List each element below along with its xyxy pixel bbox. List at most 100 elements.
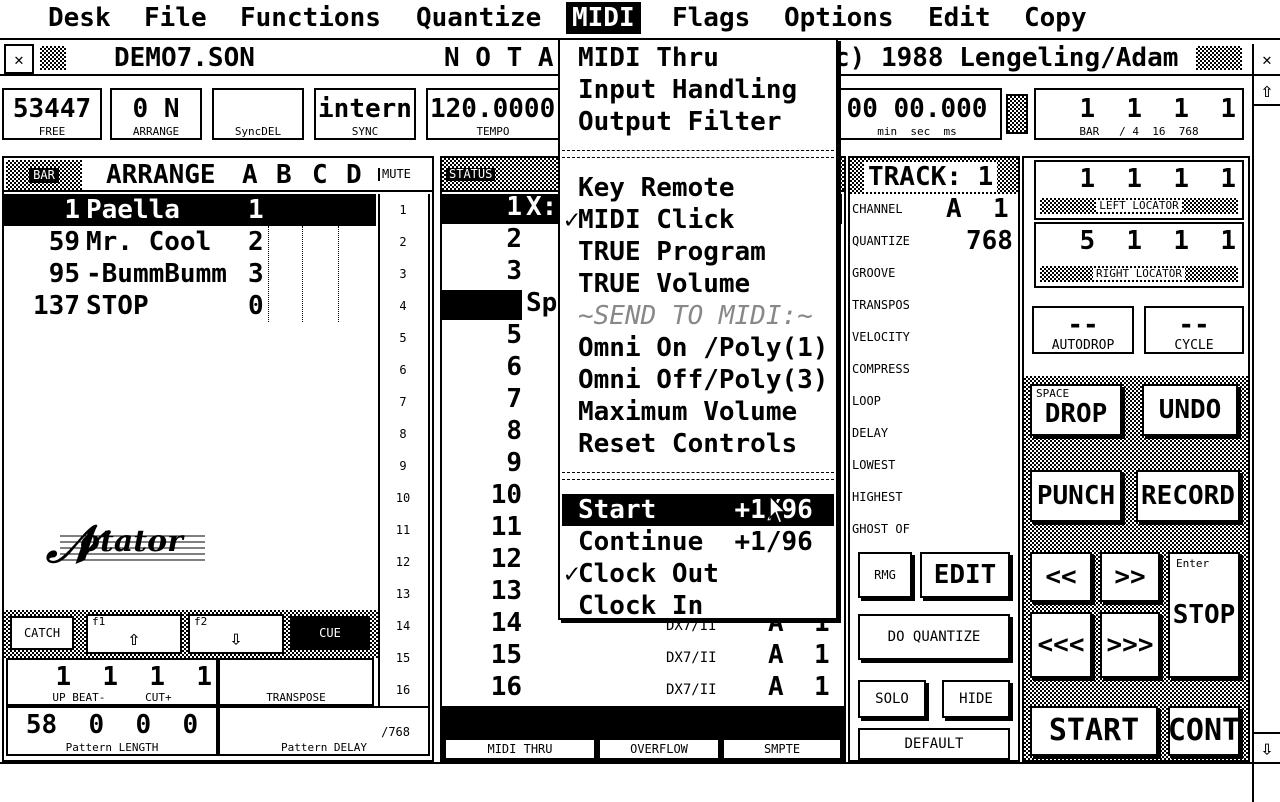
track-number[interactable]: 12 <box>446 544 522 574</box>
mute-toggle[interactable]: 8 <box>382 418 424 450</box>
mute-toggle[interactable]: 11 <box>382 514 424 546</box>
right-locator[interactable]: 5 1 1 1 RIGHT LOCATOR <box>1034 222 1244 288</box>
track-name[interactable]: Sp <box>526 288 557 318</box>
menu-item-true-program[interactable]: TRUE Program <box>562 236 834 268</box>
channel-value[interactable]: A 1 <box>946 194 1009 224</box>
cycle-toggle[interactable]: -- CYCLE <box>1144 306 1244 354</box>
track-number[interactable]: 9 <box>446 448 522 478</box>
menu-quantize[interactable]: Quantize <box>410 2 547 34</box>
menu-item-continue-1-96[interactable]: Continue +1/96 <box>562 526 834 558</box>
menu-item-maximum-volume[interactable]: Maximum Volume <box>562 396 834 428</box>
track-number[interactable]: 13 <box>446 576 522 606</box>
menu-item-input-handling[interactable]: Input Handling <box>562 74 834 106</box>
transpose-display[interactable]: TRANSPOSE <box>218 658 374 706</box>
track-number[interactable]: 16 <box>446 672 522 702</box>
arrange-row-bar[interactable]: 59 <box>4 227 80 257</box>
arrange-row-name[interactable]: Mr. Cool <box>86 227 211 257</box>
arrange-row-value[interactable]: 0 <box>248 291 264 321</box>
menu-item-clock-in[interactable]: Clock In <box>562 590 834 622</box>
param-groove[interactable]: GROOVE <box>852 266 895 280</box>
rmg-button[interactable]: RMG <box>858 552 912 598</box>
param-transpos[interactable]: TRANSPOS <box>852 298 910 312</box>
mute-toggle[interactable]: 2 <box>382 226 424 258</box>
track-number[interactable]: 15 <box>446 640 522 670</box>
arrange-row-name[interactable]: -BummBumm <box>86 259 227 289</box>
mute-toggle[interactable]: 5 <box>382 322 424 354</box>
track-number[interactable]: 2 <box>446 224 522 254</box>
arrow-up-icon[interactable]: ⇧ <box>1254 76 1280 106</box>
scroll-up-button[interactable]: f1 ⇧ <box>86 614 182 654</box>
arrange-row-name[interactable]: STOP <box>86 291 149 321</box>
tempo-display[interactable]: 120.0000 TEMPO <box>426 88 560 140</box>
start-button[interactable]: START <box>1030 706 1158 756</box>
mute-toggle[interactable]: 15 <box>382 642 424 674</box>
track-number[interactable]: 8 <box>446 416 522 446</box>
do-quantize-button[interactable]: DO QUANTIZE <box>858 614 1010 660</box>
close-icon[interactable]: ✕ <box>4 44 34 74</box>
track-number[interactable]: 7 <box>446 384 522 414</box>
mute-toggle[interactable]: 7 <box>382 386 424 418</box>
track-channel-number[interactable]: 1 <box>814 672 830 702</box>
fast-forward-button[interactable]: >>> <box>1100 612 1160 678</box>
param-lowest[interactable]: LOWEST <box>852 458 895 472</box>
param-delay[interactable]: DELAY <box>852 426 888 440</box>
arrange-row-value[interactable]: 2 <box>248 227 264 257</box>
track-channel[interactable]: A <box>768 672 784 702</box>
mute-toggle[interactable]: 12 <box>382 546 424 578</box>
param-ghost-of[interactable]: GHOST OF <box>852 522 910 536</box>
size-box-icon[interactable] <box>1252 764 1280 802</box>
position-slider-handle[interactable] <box>1006 94 1028 134</box>
continue-button[interactable]: CONT <box>1168 706 1240 756</box>
mute-toggle[interactable]: 1 <box>382 194 424 226</box>
menu-file[interactable]: File <box>138 2 213 34</box>
track-name[interactable]: X: <box>526 192 557 222</box>
menu-item-true-volume[interactable]: TRUE Volume <box>562 268 834 300</box>
menu-functions[interactable]: Functions <box>234 2 387 34</box>
fast-rewind-button[interactable]: <<< <box>1030 612 1092 678</box>
track-number[interactable]: 11 <box>446 512 522 542</box>
menu-item-reset-controls[interactable]: Reset Controls <box>562 428 834 460</box>
menu-item-omni-off-poly-3[interactable]: Omni Off/Poly(3) <box>562 364 834 396</box>
undo-button[interactable]: UNDO <box>1142 384 1238 436</box>
arrange-row-value[interactable]: 3 <box>248 259 264 289</box>
mute-toggle[interactable]: 6 <box>382 354 424 386</box>
menu-item-output-filter[interactable]: Output Filter <box>562 106 834 138</box>
arrange-mode-display[interactable]: 0 N ARRANGE <box>110 88 202 140</box>
mute-toggle[interactable]: 4 <box>382 290 424 322</box>
mute-toggle[interactable]: 16 <box>382 674 424 706</box>
default-button[interactable]: DEFAULT <box>858 728 1010 760</box>
track-number[interactable]: 1 <box>446 192 522 222</box>
mute-toggle[interactable]: 14 <box>382 610 424 642</box>
track-number[interactable]: 14 <box>446 608 522 638</box>
menu-desk[interactable]: Desk <box>42 2 117 34</box>
bar-position-display[interactable]: 1 1 1 1 BAR / 4 16 768 <box>1034 88 1244 140</box>
menu-copy[interactable]: Copy <box>1018 2 1093 34</box>
rewind-button[interactable]: << <box>1030 552 1092 602</box>
quantize-value[interactable]: 768 <box>966 226 1013 256</box>
menu-item-midi-click[interactable]: ✓ MIDI Click <box>562 204 834 236</box>
pattern-delay-display[interactable]: /768 Pattern DELAY <box>218 706 430 756</box>
menu-item-start-1-96[interactable]: Start +1/96 <box>562 494 834 526</box>
punch-button[interactable]: PUNCH <box>1030 470 1122 522</box>
cue-button[interactable]: CUE <box>290 616 370 650</box>
scroll-down-button[interactable]: f2 ⇩ <box>188 614 284 654</box>
left-locator[interactable]: 1 1 1 1 LEFT LOCATOR <box>1034 160 1244 220</box>
autodrop-toggle[interactable]: -- AUTODROP <box>1032 306 1134 354</box>
mute-toggle[interactable]: 13 <box>382 578 424 610</box>
catch-button[interactable]: CATCH <box>10 616 74 650</box>
fuller-icon[interactable]: ✕ <box>1252 44 1280 74</box>
track-number[interactable]: 6 <box>446 352 522 382</box>
menu-midi[interactable]: MIDI <box>566 2 641 34</box>
menu-options[interactable]: Options <box>778 2 900 34</box>
track-channel-number[interactable]: 1 <box>814 640 830 670</box>
track-number[interactable]: 3 <box>446 256 522 286</box>
window-scrollbar[interactable]: ⇧ ⇩ <box>1252 76 1280 762</box>
arrange-row-bar[interactable]: 137 <box>4 291 80 321</box>
track-number[interactable]: 4 <box>446 288 522 318</box>
drop-button[interactable]: SPACE DROP <box>1030 384 1122 436</box>
hide-button[interactable]: HIDE <box>942 680 1010 718</box>
arrange-row-bar[interactable]: 1 <box>4 195 80 225</box>
param-loop[interactable]: LOOP <box>852 394 881 408</box>
arrange-row-name[interactable]: Paella <box>86 195 180 225</box>
record-button[interactable]: RECORD <box>1136 470 1240 522</box>
